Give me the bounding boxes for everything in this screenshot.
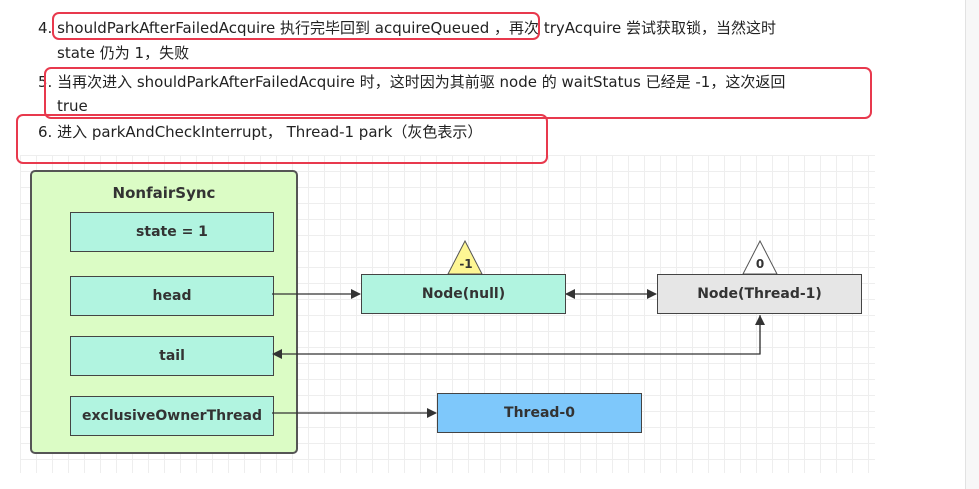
node-thread1-waitstatus: 0 — [755, 257, 765, 271]
scrollbar[interactable] — [965, 0, 979, 489]
node-null-waitstatus: -1 — [459, 257, 473, 271]
tail-arrow — [272, 315, 761, 359]
node-thread-1: Node(Thread-1) — [657, 274, 862, 314]
thread-0-node: Thread-0 — [437, 393, 642, 433]
node-null: Node(null) — [361, 274, 566, 314]
